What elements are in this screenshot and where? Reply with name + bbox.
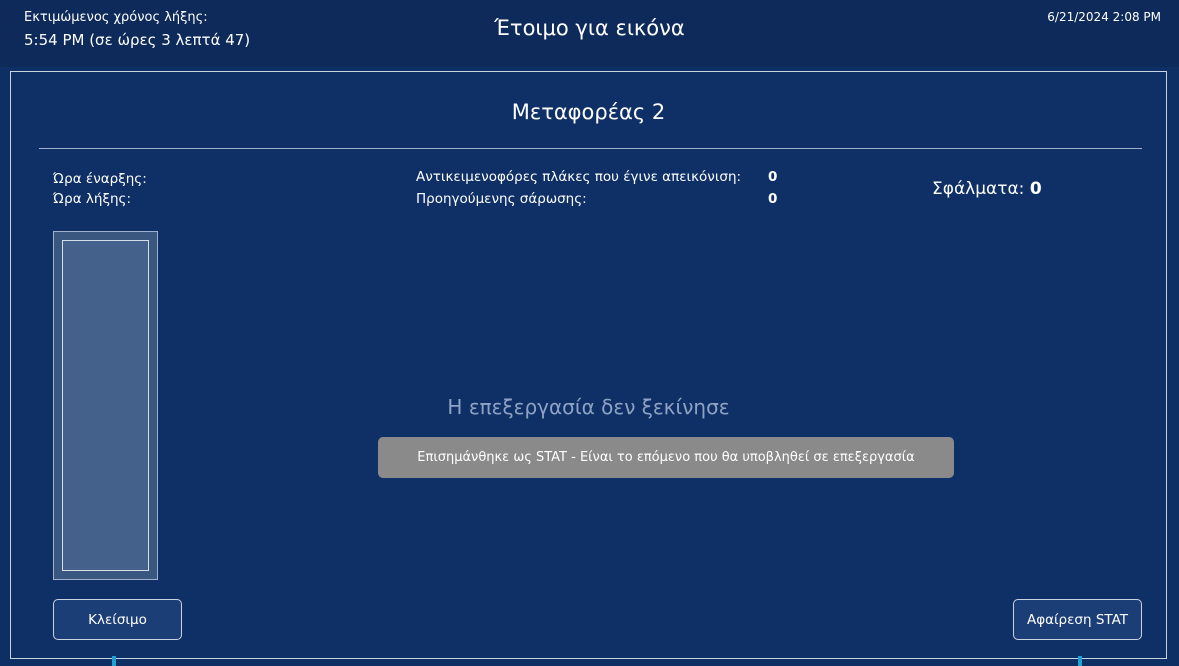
imaged-slides-label: Αντικειμενοφόρες πλάκες που έγινε απεικό… bbox=[416, 169, 742, 185]
clock: 6/21/2024 2:08 PM bbox=[1047, 10, 1161, 24]
previous-scan-value: 0 bbox=[768, 191, 778, 207]
status-title: Έτοιμο για εικόνα bbox=[494, 16, 685, 40]
right-indicator bbox=[1078, 656, 1082, 666]
panel-title: Μεταφορέας 2 bbox=[511, 100, 666, 124]
stat-banner: Επισημάνθηκε ως STAT - Είναι το επόμενο … bbox=[378, 437, 954, 478]
previous-scan-label: Προηγούμενης σάρωσης: bbox=[416, 191, 587, 207]
errors-value: 0 bbox=[1029, 179, 1042, 199]
close-button[interactable]: Κλείσιμο bbox=[53, 599, 182, 640]
screen: Εκτιμώμενος χρόνος λήξης: 5:54 PM (σε ώρ… bbox=[0, 0, 1179, 666]
errors-label: Σφάλματα: bbox=[932, 179, 1025, 199]
errors-count: Σφάλματα: 0 bbox=[932, 179, 1042, 199]
divider bbox=[39, 148, 1142, 149]
end-time-label: Ώρα λήξης: bbox=[53, 191, 132, 207]
top-bar: Εκτιμώμενος χρόνος λήξης: 5:54 PM (σε ώρ… bbox=[0, 0, 1179, 67]
start-time-label: Ώρα έναρξης: bbox=[53, 171, 147, 187]
processing-status-message: Η επεξεργασία δεν ξεκίνησε bbox=[447, 395, 730, 419]
imaged-slides-value: 0 bbox=[768, 169, 778, 185]
carrier-panel: Μεταφορέας 2 Ώρα έναρξης: Ώρα λήξης: Αντ… bbox=[10, 71, 1167, 659]
remove-stat-button[interactable]: Αφαίρεση STAT bbox=[1013, 599, 1142, 640]
left-indicator bbox=[112, 656, 116, 666]
